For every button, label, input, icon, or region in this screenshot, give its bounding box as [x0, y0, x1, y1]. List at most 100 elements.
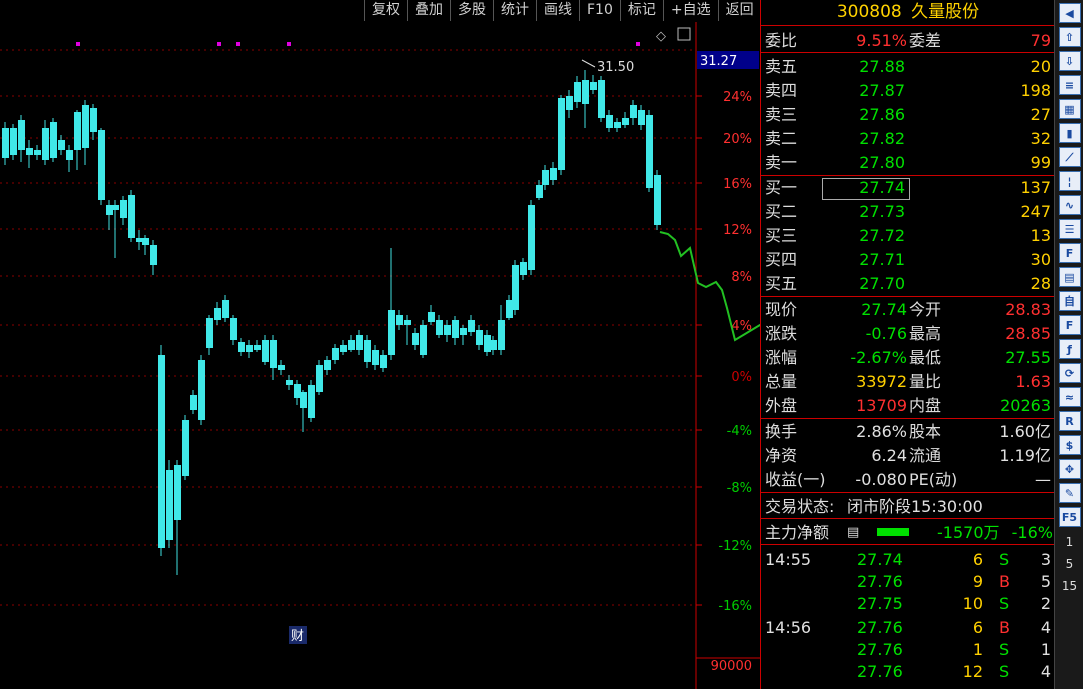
candle-body — [262, 340, 269, 362]
kline-chart[interactable]: 24%20%16%12%8%4%0%-4%-8%-12%-16%9000031.… — [0, 0, 760, 689]
sell-price: 27.80 — [859, 153, 905, 172]
trade-status-row: 交易状态: 闭市阶段 15:30:00 — [761, 495, 1055, 518]
grid-icon[interactable]: ▦ — [1058, 99, 1081, 119]
fiz-icon[interactable]: F — [1058, 315, 1081, 335]
candle-body — [550, 168, 557, 180]
quote-value: 33972 — [856, 372, 907, 391]
arrow-up-icon[interactable]: ⇧ — [1058, 27, 1081, 47]
candle-body — [254, 345, 261, 350]
main-flow-pct: -16% — [1011, 523, 1053, 542]
stat-label: 换手 — [765, 422, 798, 441]
tick-vol: 6 — [972, 550, 983, 569]
axis-tick-label: -8% — [727, 481, 752, 496]
rsi-icon[interactable]: R — [1058, 411, 1081, 431]
detail-icon[interactable]: ☰ — [1058, 219, 1081, 239]
candle-body — [150, 245, 157, 265]
minute-chart-icon[interactable]: ∿ — [1058, 195, 1081, 215]
candle-body — [542, 170, 549, 185]
custom-icon[interactable]: 自 — [1058, 291, 1081, 311]
toolbar-0[interactable]: 复权 — [364, 0, 407, 21]
buy-label: 买五 — [765, 274, 798, 293]
toolbar-5[interactable]: F10 — [579, 0, 620, 21]
sell-label: 卖五 — [765, 57, 798, 76]
candle-body — [270, 340, 277, 368]
toolbar-7[interactable]: +自选 — [662, 0, 718, 21]
sidebar-number: 5 — [1065, 557, 1074, 571]
candle-body — [574, 82, 581, 102]
f5-icon[interactable]: F5 — [1058, 507, 1081, 527]
candle-body — [90, 108, 97, 132]
tick-row: 27.76 12 S 4 — [761, 660, 1055, 683]
axis-tick-label: 20% — [723, 132, 752, 147]
buy-row: 买一 27.74 137 — [761, 176, 1055, 199]
toolbar-1[interactable]: 叠加 — [407, 0, 450, 21]
tick-row: 27.76 1 S 1 — [761, 638, 1055, 661]
formula-icon[interactable]: ƒ — [1058, 339, 1081, 359]
pencil-icon[interactable]: ✎ — [1058, 483, 1081, 503]
tick-vol: 6 — [972, 618, 983, 637]
money-icon[interactable]: $ — [1058, 435, 1081, 455]
move-icon[interactable]: ✥ — [1058, 459, 1081, 479]
toolbar-6[interactable]: 标记 — [619, 0, 663, 21]
sidebar-number: 15 — [1061, 579, 1078, 593]
candle-body — [294, 384, 301, 398]
quote-label: 涨幅 — [765, 348, 798, 367]
candle-body — [238, 342, 245, 352]
candle-body — [34, 150, 41, 155]
sidebar-number: 1 — [1065, 535, 1074, 549]
candle-body — [566, 96, 573, 110]
candle-body — [498, 320, 505, 350]
bar-chart-icon[interactable]: ▮ — [1058, 123, 1081, 143]
quote-value2: 27.55 — [1005, 348, 1051, 367]
tick-side: B — [999, 572, 1010, 591]
quote-label2: 今开 — [909, 300, 942, 319]
toolbar-4[interactable]: 画线 — [536, 0, 579, 21]
candle-body — [638, 110, 645, 125]
tick-row: 27.75 10 S 2 — [761, 592, 1055, 615]
weidiff-label: 委差 — [909, 31, 942, 50]
candle-body — [58, 140, 65, 150]
candle-body — [286, 380, 293, 385]
candle-icon[interactable]: ¦ — [1058, 171, 1081, 191]
arrow-left-icon[interactable]: ◀ — [1058, 3, 1081, 23]
stat-label: 收益(一) — [765, 470, 826, 489]
tick-price: 27.74 — [857, 550, 903, 569]
toolbar-8[interactable]: 返回 — [717, 0, 761, 21]
sell-label: 卖一 — [765, 153, 798, 172]
toolbar-2[interactable]: 多股 — [450, 0, 493, 21]
tick-price: 27.76 — [857, 618, 903, 637]
refresh-icon[interactable]: ⟳ — [1058, 363, 1081, 383]
wave-icon[interactable]: ≈ — [1058, 387, 1081, 407]
candle-body — [452, 320, 459, 338]
tick-row: 14:56 27.76 6 B 4 — [761, 616, 1055, 639]
list-icon[interactable]: ≡ — [1058, 75, 1081, 95]
candle-body — [42, 128, 49, 160]
candle-body — [206, 318, 213, 348]
buy-vol: 30 — [1030, 250, 1051, 269]
axis-tick-label: -12% — [718, 539, 752, 554]
tick-side: S — [999, 594, 1010, 613]
stat-label2: 流通 — [909, 446, 942, 465]
arrow-down-icon[interactable]: ⇩ — [1058, 51, 1081, 71]
candle-body — [630, 105, 637, 118]
candle-body — [166, 470, 173, 540]
candle-body — [536, 185, 543, 198]
stat-value: 2.86% — [856, 422, 907, 441]
candle-body — [120, 200, 127, 218]
stat-label2: 股本 — [909, 422, 942, 441]
candle-body — [340, 345, 347, 352]
tick-price: 27.76 — [857, 572, 903, 591]
tick-side: S — [999, 640, 1010, 659]
buy-label: 买四 — [765, 250, 798, 269]
line-chart-icon[interactable]: ⟋ — [1058, 147, 1081, 167]
candle-body — [74, 112, 81, 150]
quote-label: 涨跌 — [765, 324, 798, 343]
toolbar-3[interactable]: 统计 — [493, 0, 536, 21]
tick-price: 27.75 — [857, 594, 903, 613]
sell-price: 27.88 — [859, 57, 905, 76]
weibi-label: 委比 — [765, 31, 798, 50]
candle-body — [174, 465, 181, 520]
candle-body — [182, 420, 189, 476]
table-icon[interactable]: ▤ — [1058, 267, 1081, 287]
f10-icon[interactable]: F — [1058, 243, 1081, 263]
